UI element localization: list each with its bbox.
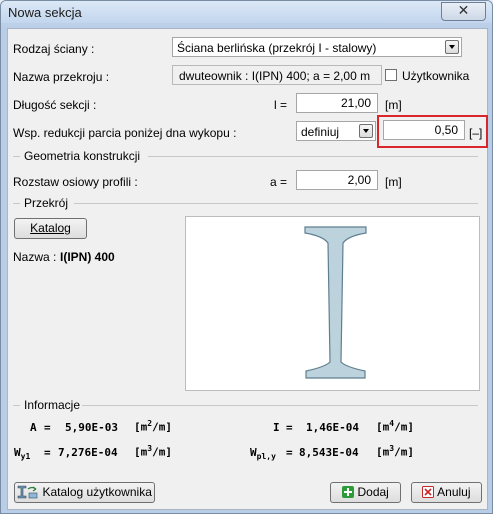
section-name-value: dwuteownik : I(IPN) 400; a = 2,00 m [179, 69, 371, 83]
profile-name-label: Nazwa : [13, 250, 57, 264]
plus-icon [342, 486, 355, 498]
reduction-mode-value: definiuj [301, 125, 340, 139]
inertia-unit: [m4/m] [376, 419, 414, 434]
wy1-value: 7,276E-04 [58, 446, 118, 459]
section-name-field: dwuteownik : I(IPN) 400; a = 2,00 m [172, 65, 382, 85]
section-name-label: Nazwa przekroju : [13, 70, 110, 84]
wply-value: 8,543E-04 [299, 446, 359, 459]
group-divider [148, 156, 478, 157]
area-value: 5,90E-03 [65, 421, 118, 434]
group-divider [82, 405, 478, 406]
inertia-value: 1,46E-04 [306, 421, 359, 434]
cancel-button[interactable]: Anuluj [411, 482, 482, 503]
geometry-legend: Geometria konstrukcji [24, 149, 141, 163]
x-icon [422, 486, 435, 498]
catalog-button-label: Katalog [30, 221, 71, 235]
window-title: Nowa sekcja [8, 5, 82, 20]
dialog-window: Nowa sekcja ✕ Rodzaj ściany : Ściana ber… [0, 0, 493, 514]
dialog-body: Rodzaj ściany : Ściana berlińska (przekr… [7, 28, 488, 510]
catalog-button[interactable]: Katalog [14, 218, 87, 239]
spacing-symbol: a = [270, 175, 288, 189]
user-catalog-label: Katalog użytkownika [42, 485, 152, 499]
spacing-label: Rozstaw osiowy profili : [13, 175, 138, 189]
group-divider [13, 405, 20, 406]
reduction-label: Wsp. redukcji parcia poniżej dna wykopu … [13, 126, 237, 140]
close-button[interactable]: ✕ [441, 2, 486, 21]
user-checkbox[interactable] [385, 69, 397, 81]
wy1-symbol: Wy1 [14, 446, 31, 462]
chevron-down-icon [445, 40, 459, 54]
group-divider [13, 156, 20, 157]
equals-sign: = [44, 446, 51, 459]
group-divider [74, 203, 478, 204]
info-legend: Informacje [24, 398, 81, 412]
section-legend: Przekrój [24, 196, 69, 210]
wall-type-label: Rodzaj ściany : [13, 42, 95, 56]
wall-type-value: Ściana berlińska (przekrój I - stalowy) [177, 41, 377, 55]
close-icon: ✕ [457, 3, 470, 19]
equals-sign: = [44, 421, 51, 434]
title-bar: Nowa sekcja ✕ [1, 1, 492, 23]
wply-unit: [m3/m] [376, 444, 414, 459]
profile-preview [185, 216, 480, 391]
user-checkbox-label: Użytkownika [402, 69, 470, 83]
length-symbol: l = [274, 98, 288, 112]
i-beam-profile [304, 226, 367, 379]
area-unit: [m2/m] [134, 419, 172, 434]
inertia-symbol: I [273, 421, 280, 434]
reduction-mode-select[interactable]: definiuj [296, 121, 376, 141]
catalog-profile-icon [17, 485, 38, 499]
reduction-input[interactable]: 0,50 [383, 120, 465, 140]
cancel-button-label: Anuluj [437, 485, 471, 499]
profile-name-value: I(IPN) 400 [60, 250, 115, 264]
add-button[interactable]: Dodaj [330, 482, 401, 503]
group-divider [13, 203, 20, 204]
equals-sign: = [286, 446, 293, 459]
wy1-unit: [m3/m] [134, 444, 172, 459]
chevron-down-icon [359, 124, 373, 138]
i-beam-drawing [304, 226, 367, 379]
user-catalog-button[interactable]: Katalog użytkownika [14, 482, 155, 503]
length-input[interactable]: 21,00 [296, 93, 378, 113]
reduction-unit: [–] [469, 126, 483, 140]
equals-sign: = [286, 421, 293, 434]
area-symbol: A [30, 421, 37, 434]
length-unit: [m] [385, 98, 402, 112]
wall-type-select[interactable]: Ściana berlińska (przekrój I - stalowy) [172, 37, 462, 57]
spacing-input[interactable]: 2,00 [296, 170, 378, 190]
length-label: Długość sekcji : [13, 98, 97, 112]
wply-symbol: Wpl,y [250, 446, 276, 462]
add-button-label: Dodaj [357, 485, 389, 499]
spacing-unit: [m] [385, 175, 402, 189]
